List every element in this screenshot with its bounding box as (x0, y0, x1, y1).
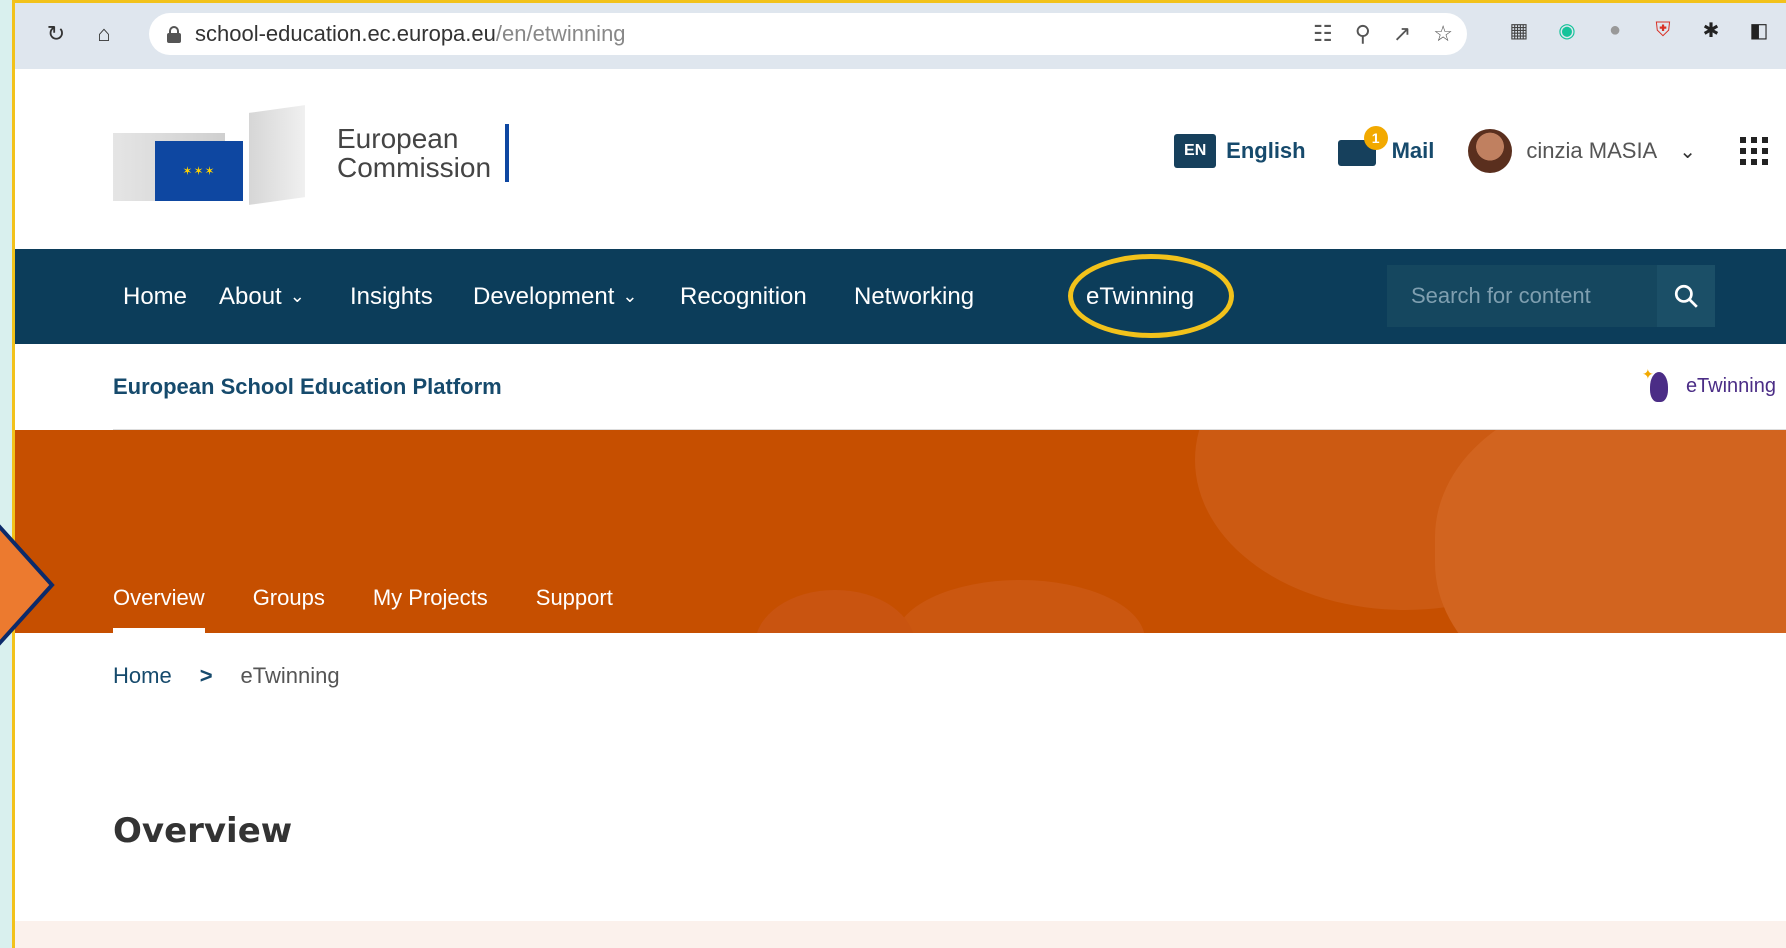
grammarly-icon[interactable]: ◉ (1554, 17, 1580, 43)
etwinning-logo-icon (1642, 366, 1682, 406)
nav-development[interactable]: Development ⌄ (473, 249, 638, 344)
translate-icon[interactable]: ☷ (1313, 21, 1333, 47)
reload-icon[interactable]: ↻ (39, 17, 73, 51)
chevron-down-icon: ⌄ (289, 286, 305, 306)
nav-development-label: Development (473, 282, 615, 310)
site-header: ✶✶✶ European Commission EN English 1 Mai… (15, 69, 1786, 249)
mail-icon[interactable]: 1 (1337, 126, 1388, 166)
tab-my-projects[interactable]: My Projects (373, 563, 488, 633)
extension-icon[interactable]: ▦ (1506, 17, 1532, 43)
apps-grid-icon[interactable] (1740, 137, 1768, 165)
lock-icon (167, 26, 181, 43)
nav-home[interactable]: Home (123, 249, 187, 344)
mail-count-badge: 1 (1363, 126, 1388, 150)
user-name[interactable]: cinzia MASIA (1526, 138, 1657, 164)
puzzle-icon[interactable]: ✱ (1698, 17, 1724, 43)
nav-networking-label: Networking (854, 282, 975, 310)
tab-support[interactable]: Support (536, 563, 613, 633)
chevron-down-icon: ⌄ (622, 286, 638, 306)
nav-home-label: Home (123, 282, 188, 310)
breadcrumb: Home > eTwinning (113, 663, 340, 689)
platform-title[interactable]: European School Education Platform (113, 374, 502, 400)
tab-overview[interactable]: Overview (113, 563, 205, 633)
etwinning-subnav: Overview Groups My Projects Support (113, 563, 613, 633)
search-icon[interactable] (1657, 265, 1715, 327)
nav-about[interactable]: About ⌄ (219, 249, 305, 344)
language-selector[interactable]: English (1226, 138, 1305, 164)
zoom-icon[interactable]: ⚲ (1355, 21, 1371, 47)
breadcrumb-separator: > (199, 663, 213, 688)
hero-banner: Overview Groups My Projects Support (15, 430, 1786, 633)
url-host: school-education.ec.europa.eu (195, 21, 496, 46)
page-title: Overview (113, 811, 293, 851)
main-navigation: Home About ⌄ Insights Development ⌄ Recogn… (15, 249, 1786, 344)
chevron-down-icon[interactable]: ⌄ (1679, 139, 1696, 164)
address-bar[interactable]: school-education.ec.europa.eu/en/etwinni… (149, 13, 1467, 55)
home-icon[interactable]: ⌂ (87, 17, 121, 51)
share-icon[interactable]: ↗ (1393, 21, 1411, 47)
nav-recognition[interactable]: Recognition (680, 249, 807, 344)
content-section (15, 921, 1786, 948)
sidepanel-icon[interactable]: ◧ (1746, 17, 1772, 43)
logo-line1: European (337, 122, 459, 154)
nav-networking[interactable]: Networking (854, 249, 974, 344)
logo-line2: Commission (337, 152, 492, 183)
search-box (1387, 265, 1715, 327)
shield-extension-icon[interactable]: ⛨ (1650, 17, 1676, 43)
url-path: /en/etwinning (495, 21, 626, 46)
nav-etwinning[interactable]: eTwinning (1086, 249, 1194, 344)
avatar[interactable] (1468, 129, 1513, 173)
breadcrumb-home[interactable]: Home (113, 663, 172, 689)
nav-insights[interactable]: Insights (350, 249, 433, 344)
pointer-arrow-icon (0, 524, 55, 646)
logo-text: European Commission (337, 122, 510, 183)
eu-flag-icon: ✶✶✶ (155, 141, 243, 201)
language-icon[interactable]: EN (1174, 134, 1217, 168)
browser-toolbar: ↻ ⌂ school-education.ec.europa.eu/en/etw… (15, 3, 1786, 69)
breadcrumb-current: eTwinning (240, 663, 340, 688)
nav-recognition-label: Recognition (680, 282, 807, 310)
etwinning-logo[interactable]: eTwinning (1642, 366, 1776, 406)
etwinning-logo-text: eTwinning (1685, 374, 1776, 397)
platform-bar: European School Education Platform eTwin… (15, 344, 1786, 430)
mail-link[interactable]: Mail (1392, 138, 1435, 164)
nav-etwinning-label: eTwinning (1086, 282, 1195, 310)
nav-about-label: About (219, 282, 282, 310)
bookmark-star-icon[interactable]: ☆ (1433, 21, 1453, 47)
header-actions: EN English 1 Mail cinzia MASIA ⌄ (1174, 126, 1786, 173)
nav-insights-label: Insights (350, 282, 433, 310)
search-input[interactable] (1409, 282, 1663, 310)
european-commission-logo[interactable]: ✶✶✶ European Commission (113, 105, 510, 205)
browser-window: ↻ ⌂ school-education.ec.europa.eu/en/etw… (12, 0, 1786, 948)
chat-extension-icon[interactable]: ● (1602, 17, 1628, 43)
berlaymont-icon: ✶✶✶ (113, 105, 313, 205)
tab-groups[interactable]: Groups (253, 563, 325, 633)
